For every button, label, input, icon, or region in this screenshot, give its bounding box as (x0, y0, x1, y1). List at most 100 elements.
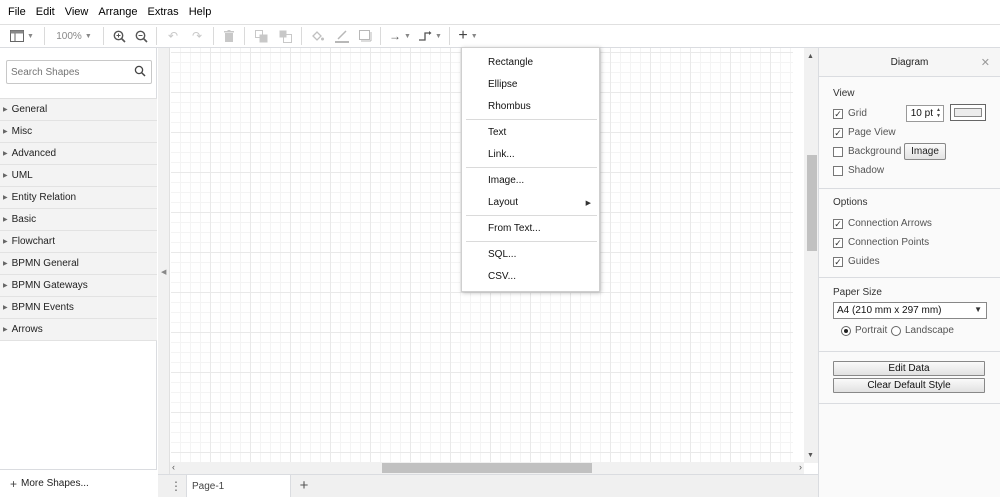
grid-color-button[interactable] (950, 104, 986, 121)
category-label: BPMN Gateways (11, 280, 88, 291)
connection-style-button[interactable]: → ▼ (385, 26, 415, 46)
menu-item-csv[interactable]: CSV... (488, 271, 516, 282)
sidebar-category-arrows[interactable]: ▶ Arrows (0, 319, 157, 341)
delete-button[interactable] (218, 26, 240, 46)
grid-checkbox[interactable]: ✓ Grid (833, 108, 867, 119)
chevron-down-icon: ▼ (974, 305, 982, 314)
sidebar-category-misc[interactable]: ▶ Misc (0, 121, 157, 143)
sidebar-category-bpmn-general[interactable]: ▶ BPMN General (0, 253, 157, 275)
vertical-scrollbar[interactable]: ▲ ▼ (804, 48, 818, 463)
close-icon[interactable]: ✕ (981, 56, 990, 69)
fill-color-button[interactable] (306, 26, 330, 46)
page-tab[interactable]: Page-1 (186, 475, 291, 497)
sidebar-category-bpmn-gateways[interactable]: ▶ BPMN Gateways (0, 275, 157, 297)
menu-item-rectangle[interactable]: Rectangle (488, 57, 533, 68)
connection-points-label: Connection Points (848, 237, 930, 248)
sidebar-category-bpmn-events[interactable]: ▶ BPMN Events (0, 297, 157, 319)
waypoints-button[interactable]: ▼ (415, 26, 445, 46)
zoom-dropdown[interactable]: 100% ▼ (49, 26, 99, 46)
expand-arrow-icon: ▶ (3, 217, 8, 223)
shadow-button[interactable] (354, 26, 376, 46)
line-color-button[interactable] (330, 26, 354, 46)
checkbox-unchecked-icon (833, 146, 843, 157)
toolbar-divider (103, 27, 104, 45)
format-panel-toggle-button[interactable]: ▼ (4, 26, 40, 46)
scroll-left-icon[interactable]: ‹ (172, 462, 175, 472)
menu-item-image[interactable]: Image... (488, 175, 524, 186)
undo-button[interactable]: ↶ (161, 26, 185, 46)
portrait-label: Portrait (855, 325, 888, 336)
menu-item-ellipse[interactable]: Ellipse (488, 79, 517, 90)
menu-edit[interactable]: Edit (31, 6, 60, 18)
scroll-up-icon[interactable]: ▲ (807, 53, 814, 60)
expand-arrow-icon: ▶ (3, 173, 8, 179)
redo-button[interactable]: ↷ (185, 26, 209, 46)
line-color-icon (335, 29, 349, 43)
more-shapes-button[interactable]: + More Shapes... (0, 469, 157, 497)
shadow-label: Shadow (848, 165, 885, 176)
menu-arrange[interactable]: Arrange (93, 6, 142, 18)
vertical-scroll-thumb[interactable] (807, 155, 817, 251)
sidebar-category-entity-relation[interactable]: ▶ Entity Relation (0, 187, 157, 209)
connection-points-checkbox[interactable]: ✓ Connection Points (833, 237, 929, 248)
guides-checkbox[interactable]: ✓ Guides (833, 256, 880, 267)
clear-default-style-button[interactable]: Clear Default Style (833, 378, 985, 393)
menu-view[interactable]: View (60, 6, 94, 18)
menu-help[interactable]: Help (184, 6, 217, 18)
submenu-arrow-icon: ▶ (585, 200, 591, 207)
scroll-down-icon[interactable]: ▼ (807, 452, 814, 459)
menu-item-text[interactable]: Text (488, 127, 506, 138)
background-image-button[interactable]: Image (904, 143, 946, 160)
shadow-checkbox[interactable]: Shadow (833, 165, 884, 176)
connection-arrows-checkbox[interactable]: ✓ Connection Arrows (833, 218, 932, 229)
category-label: Entity Relation (11, 192, 77, 203)
toolbar-divider (213, 27, 214, 45)
search-shapes-box (6, 60, 152, 84)
to-front-button[interactable] (249, 26, 273, 46)
sidebar-splitter[interactable]: ◀ (158, 48, 170, 497)
sidebar-category-general[interactable]: ▶ General (0, 99, 157, 121)
page-view-checkbox[interactable]: ✓ Page View (833, 127, 896, 138)
chevron-down-icon: ▼ (404, 32, 411, 40)
expand-arrow-icon: ▶ (3, 305, 8, 311)
scroll-right-icon[interactable]: › (799, 462, 802, 472)
shadow-icon (358, 30, 371, 42)
portrait-radio[interactable]: Portrait (841, 325, 887, 336)
plus-icon: + (299, 477, 309, 494)
add-page-button[interactable]: + (292, 477, 316, 495)
expand-arrow-icon: ▶ (3, 327, 8, 333)
menu-item-layout[interactable]: Layout (488, 197, 518, 208)
toolbar-divider (156, 27, 157, 45)
spinner-arrows-icon[interactable]: ▲ ▼ (936, 107, 941, 119)
category-label: Advanced (11, 148, 57, 159)
format-panel-icon (10, 30, 25, 42)
paper-size-value: A4 (210 mm x 297 mm) (837, 305, 942, 316)
horizontal-scrollbar[interactable]: ‹ › (170, 462, 804, 474)
menu-item-sql[interactable]: SQL... (488, 249, 516, 260)
sidebar-category-advanced[interactable]: ▶ Advanced (0, 143, 157, 165)
menu-item-from-text[interactable]: From Text... (488, 223, 541, 234)
menu-item-link[interactable]: Link... (488, 149, 515, 160)
search-icon[interactable] (134, 65, 146, 77)
search-shapes-input[interactable] (11, 62, 131, 82)
landscape-radio[interactable]: Landscape (891, 325, 954, 336)
category-label: Basic (11, 214, 37, 225)
sidebar-category-basic[interactable]: ▶ Basic (0, 209, 157, 231)
shape-categories: ▶ General ▶ Misc ▶ Advanced ▶ UML ▶ Entity Re… (0, 98, 157, 341)
pages-menu-icon[interactable]: ⋮ (166, 479, 186, 497)
zoom-value: 100% (56, 30, 82, 42)
zoom-out-button[interactable] (130, 26, 152, 46)
zoom-in-button[interactable] (108, 26, 130, 46)
page-tabs-bar: ⋮ Page-1 + (158, 474, 818, 497)
background-checkbox[interactable]: Background (833, 146, 901, 157)
insert-button[interactable]: + ▼ (454, 26, 482, 46)
menu-item-rhombus[interactable]: Rhombus (488, 101, 531, 112)
sidebar-category-flowchart[interactable]: ▶ Flowchart (0, 231, 157, 253)
paper-size-select[interactable]: A4 (210 mm x 297 mm) ▼ (833, 302, 987, 319)
menu-extras[interactable]: Extras (143, 6, 184, 18)
to-back-button[interactable] (273, 26, 297, 46)
horizontal-scroll-thumb[interactable] (382, 463, 592, 473)
menu-file[interactable]: File (3, 6, 31, 18)
sidebar-category-uml[interactable]: ▶ UML (0, 165, 157, 187)
edit-data-button[interactable]: Edit Data (833, 361, 985, 376)
